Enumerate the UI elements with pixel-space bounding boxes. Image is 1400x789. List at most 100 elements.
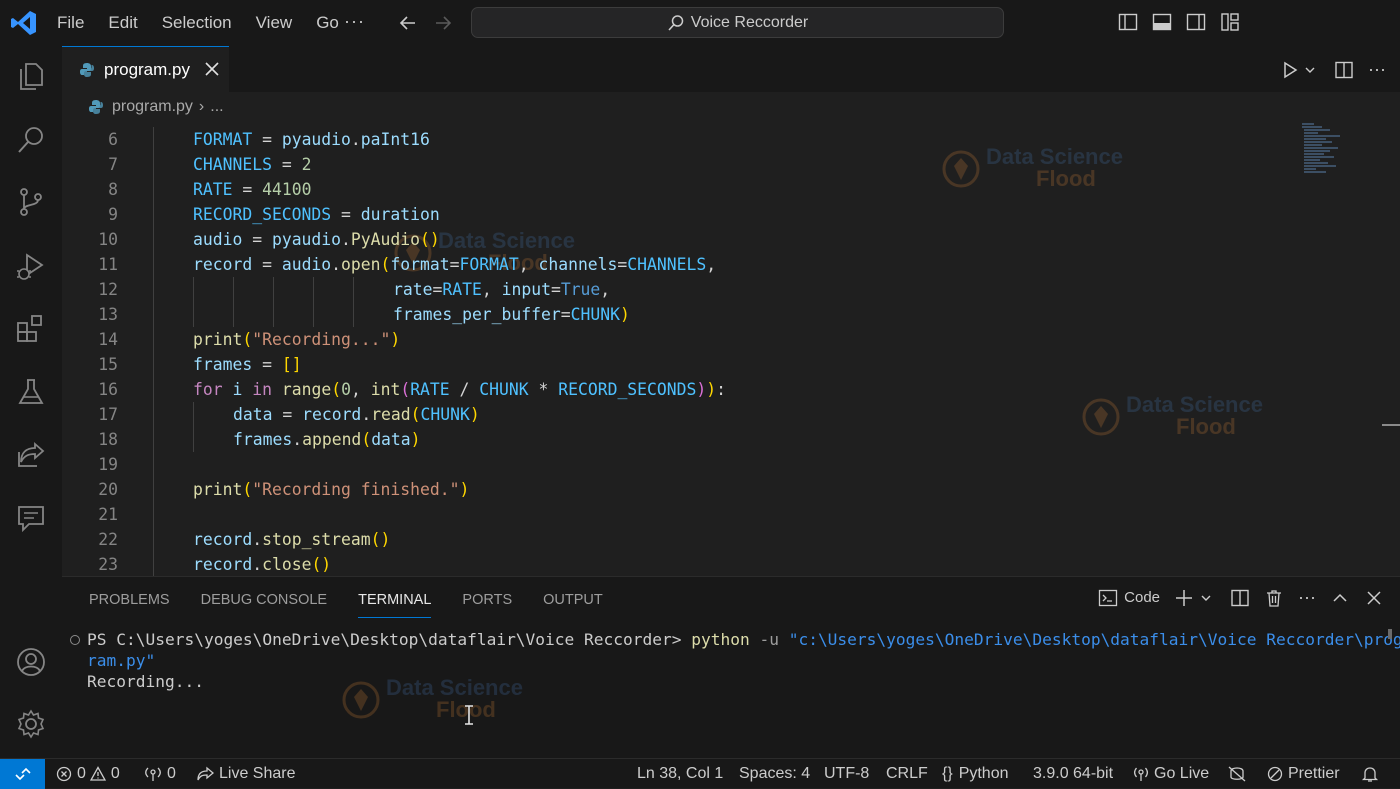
menu-edit[interactable]: Edit (108, 13, 137, 33)
tab-debug-console[interactable]: DEBUG CONSOLE (201, 592, 328, 618)
menu-go[interactable]: Go (316, 13, 339, 33)
line-number: 13 (98, 305, 118, 324)
tab-output[interactable]: OUTPUT (543, 592, 603, 618)
close-tab-icon[interactable] (202, 59, 222, 79)
back-arrow-icon[interactable] (398, 13, 418, 33)
forward-arrow-icon[interactable] (433, 13, 453, 33)
minimap[interactable] (1300, 122, 1350, 182)
code-line[interactable]: 9 RECORD_SECONDS = duration (62, 202, 1292, 227)
language-mode[interactable]: {} Python (942, 759, 1009, 789)
code-token: = (331, 205, 361, 224)
code-line[interactable]: 17 data = record.read(CHUNK) (62, 402, 1292, 427)
ports-indicator[interactable]: 0 (144, 759, 176, 789)
line-number: 9 (108, 205, 118, 224)
customize-layout-icon[interactable] (1220, 12, 1240, 32)
terminal-shell-label[interactable]: Code (1124, 589, 1160, 606)
toggle-primary-sidebar-icon[interactable] (1118, 12, 1138, 32)
remote-window-button[interactable] (0, 759, 45, 789)
code-line[interactable]: 14 print("Recording...") (62, 327, 1292, 352)
breadcrumb-symbols[interactable]: ... (210, 98, 223, 116)
code-token: ( (242, 330, 253, 349)
source-control-icon[interactable] (15, 186, 47, 218)
new-terminal-plus-icon[interactable] (1174, 588, 1194, 608)
code-token: print (193, 480, 243, 499)
copilot-icon (1228, 766, 1246, 782)
warning-icon (89, 766, 106, 781)
comments-icon[interactable] (15, 502, 47, 534)
account-icon[interactable] (15, 646, 47, 678)
code-editor[interactable]: Data Science Flood Data Science Flood Da… (62, 122, 1400, 576)
line-number: 6 (108, 130, 118, 149)
terminal-scrollbar[interactable] (1388, 629, 1392, 639)
code-line[interactable]: 23 record.close() (62, 552, 1292, 576)
menu-file[interactable]: File (57, 13, 84, 33)
split-editor-icon[interactable] (1334, 60, 1354, 80)
code-line[interactable]: 11 record = audio.open(format=FORMAT, cha… (62, 252, 1292, 277)
code-line[interactable]: 7 CHANNELS = 2 (62, 152, 1292, 177)
settings-gear-icon[interactable] (15, 708, 47, 740)
code-line[interactable]: 18 frames.append(data) (62, 427, 1292, 452)
code-line[interactable]: 12 rate=RATE, input=True, (62, 277, 1292, 302)
code-token: . (292, 430, 303, 449)
chevron-down-icon[interactable] (1200, 592, 1212, 604)
scrollbar-marker[interactable] (1382, 424, 1400, 426)
code-token: ( (242, 480, 253, 499)
indentation-setting[interactable]: Spaces: 4 (739, 759, 810, 789)
problems-indicator[interactable]: 0 0 (56, 759, 120, 789)
more-actions-icon[interactable]: ··· (1298, 587, 1316, 608)
terminal-output[interactable]: PS C:\Users\yoges\OneDrive\Desktop\dataf… (70, 629, 1400, 692)
run-python-file-icon[interactable] (1280, 60, 1300, 80)
search-icon[interactable] (15, 124, 47, 156)
extensions-icon[interactable] (15, 312, 47, 344)
toggle-secondary-sidebar-icon[interactable] (1186, 12, 1206, 32)
breadcrumb-file[interactable]: program.py (112, 98, 193, 116)
indent-guide (153, 502, 154, 527)
run-and-debug-icon[interactable] (15, 250, 47, 282)
trash-icon[interactable] (1264, 588, 1284, 608)
code-line[interactable]: 8 RATE = 44100 (62, 177, 1292, 202)
chevron-down-icon[interactable] (1304, 64, 1316, 76)
code-token: data (371, 430, 411, 449)
cursor-position[interactable]: Ln 38, Col 1 (637, 759, 723, 789)
go-live-button[interactable]: Go Live (1133, 759, 1209, 789)
code-line[interactable]: 16 for i in range(0, int(RATE / CHUNK * R… (62, 377, 1292, 402)
python-interpreter[interactable]: 3.9.0 64-bit (1033, 759, 1113, 789)
more-actions-icon[interactable]: ··· (1368, 59, 1386, 80)
code-token: ) (459, 480, 470, 499)
code-token: i (232, 380, 243, 399)
split-terminal-icon[interactable] (1230, 588, 1250, 608)
maximize-panel-chevron-up-icon[interactable] (1332, 590, 1348, 606)
tab-terminal[interactable]: TERMINAL (358, 592, 432, 618)
encoding-setting[interactable]: UTF-8 (824, 759, 869, 789)
terminal-icon[interactable] (1098, 588, 1118, 608)
eol-setting[interactable]: CRLF (886, 759, 928, 789)
line-number: 23 (98, 555, 118, 574)
code-line[interactable]: 22 record.stop_stream() (62, 527, 1292, 552)
code-line[interactable]: 19 (62, 452, 1292, 477)
toggle-panel-icon[interactable] (1152, 12, 1172, 32)
code-line[interactable]: 13 frames_per_buffer=CHUNK) (62, 302, 1292, 327)
tab-ports[interactable]: PORTS (462, 592, 512, 618)
live-share-icon[interactable] (15, 438, 47, 470)
code-line[interactable]: 10 audio = pyaudio.PyAudio() (62, 227, 1292, 252)
code-line[interactable]: 15 frames = [] (62, 352, 1292, 377)
live-share-status[interactable]: Live Share (196, 759, 296, 789)
explorer-icon[interactable] (15, 60, 47, 92)
prettier-status[interactable]: Prettier (1267, 759, 1340, 789)
line-number: 12 (98, 280, 118, 299)
command-center-search[interactable]: Voice Reccorder (471, 7, 1004, 38)
code-line[interactable]: 6 FORMAT = pyaudio.paInt16 (62, 127, 1292, 152)
menu-view[interactable]: View (256, 13, 293, 33)
indent-guide (193, 427, 194, 452)
tab-problems[interactable]: PROBLEMS (89, 592, 170, 618)
code-token: FORMAT (459, 255, 519, 274)
code-token: . (361, 405, 372, 424)
menu-selection[interactable]: Selection (162, 13, 232, 33)
copilot-disabled-icon[interactable] (1227, 759, 1252, 789)
code-line[interactable]: 21 (62, 502, 1292, 527)
close-panel-icon[interactable] (1366, 590, 1382, 606)
menu-more-button[interactable]: ··· (344, 11, 365, 32)
testing-flask-icon[interactable] (15, 376, 47, 408)
code-line[interactable]: 20 print("Recording finished.") (62, 477, 1292, 502)
notifications-bell[interactable] (1361, 759, 1384, 789)
